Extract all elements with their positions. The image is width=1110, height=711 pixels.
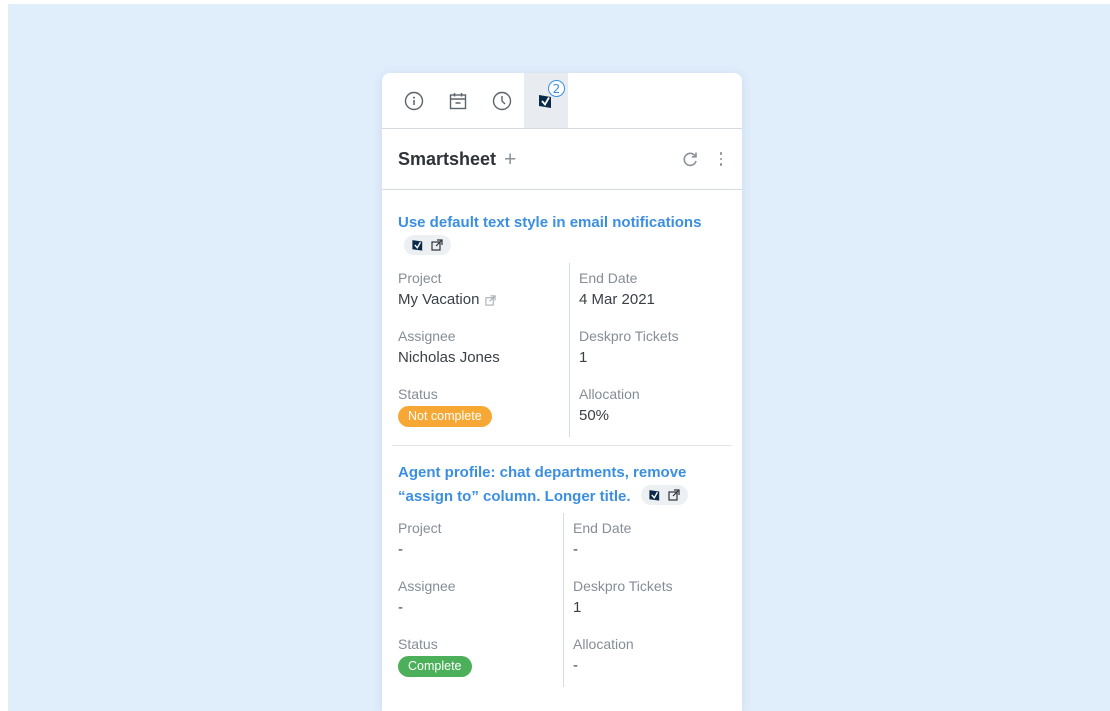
info-icon	[404, 91, 424, 110]
end-date-label: End Date	[579, 270, 638, 286]
assignee-label: Assignee	[398, 328, 456, 344]
allocation-label: Allocation	[579, 386, 640, 402]
allocation-label: Allocation	[573, 636, 634, 652]
allocation-value: -	[573, 657, 578, 674]
notification-count-badge: 2	[548, 80, 565, 97]
assignee-value: -	[398, 599, 403, 616]
status-label: Status	[398, 386, 438, 402]
task-links-chip	[640, 485, 688, 506]
clock-icon	[492, 91, 512, 110]
end-date-value: -	[573, 541, 578, 558]
task-fields: Project My Vacation End Date 4 Mar 2021 …	[398, 263, 726, 437]
status-badge: Not complete	[398, 406, 492, 427]
panel-header: Smartsheet +	[382, 129, 742, 190]
calendar-icon	[449, 92, 467, 109]
tab-calendar[interactable]	[436, 73, 480, 128]
sidebar-panel: 2 Smartsheet + Use default text style in…	[382, 73, 742, 711]
external-link-icon[interactable]	[431, 239, 443, 251]
status-badge: Complete	[398, 656, 472, 677]
tickets-value: 1	[579, 349, 588, 366]
panel-title: Smartsheet	[398, 148, 497, 169]
task-title-link[interactable]: Agent profile: chat departments, remove …	[398, 461, 726, 509]
add-button[interactable]: +	[504, 149, 516, 170]
project-value[interactable]: My Vacation	[398, 288, 479, 312]
assignee-label: Assignee	[398, 578, 456, 594]
task-card: Use default text style in email notifica…	[382, 190, 742, 445]
tickets-label: Deskpro Tickets	[573, 578, 673, 594]
smartsheet-logo-icon[interactable]	[648, 488, 662, 502]
end-date-value: 4 Mar 2021	[579, 291, 655, 308]
project-label: Project	[398, 520, 442, 536]
refresh-icon[interactable]	[680, 149, 700, 169]
project-label: Project	[398, 270, 442, 286]
tickets-value: 1	[573, 599, 582, 616]
task-fields: Project - End Date - Assignee - Deskpro …	[398, 513, 726, 687]
task-links-chip	[404, 235, 451, 256]
external-link-icon[interactable]	[485, 294, 497, 306]
task-card: Agent profile: chat departments, remove …	[392, 445, 732, 687]
project-value: -	[398, 541, 403, 558]
task-title-link[interactable]: Use default text style in email notifica…	[398, 211, 726, 259]
tab-info[interactable]	[392, 73, 436, 128]
status-label: Status	[398, 636, 438, 652]
end-date-label: End Date	[573, 520, 632, 536]
more-options-icon[interactable]	[716, 152, 726, 166]
tickets-label: Deskpro Tickets	[579, 328, 679, 344]
assignee-value: Nicholas Jones	[398, 349, 500, 366]
external-link-icon[interactable]	[668, 489, 680, 501]
tab-bar: 2	[382, 73, 742, 129]
tab-smartsheet[interactable]: 2	[524, 73, 568, 128]
smartsheet-logo-icon[interactable]	[411, 238, 425, 252]
tab-history[interactable]	[480, 73, 524, 128]
allocation-value: 50%	[579, 407, 610, 424]
